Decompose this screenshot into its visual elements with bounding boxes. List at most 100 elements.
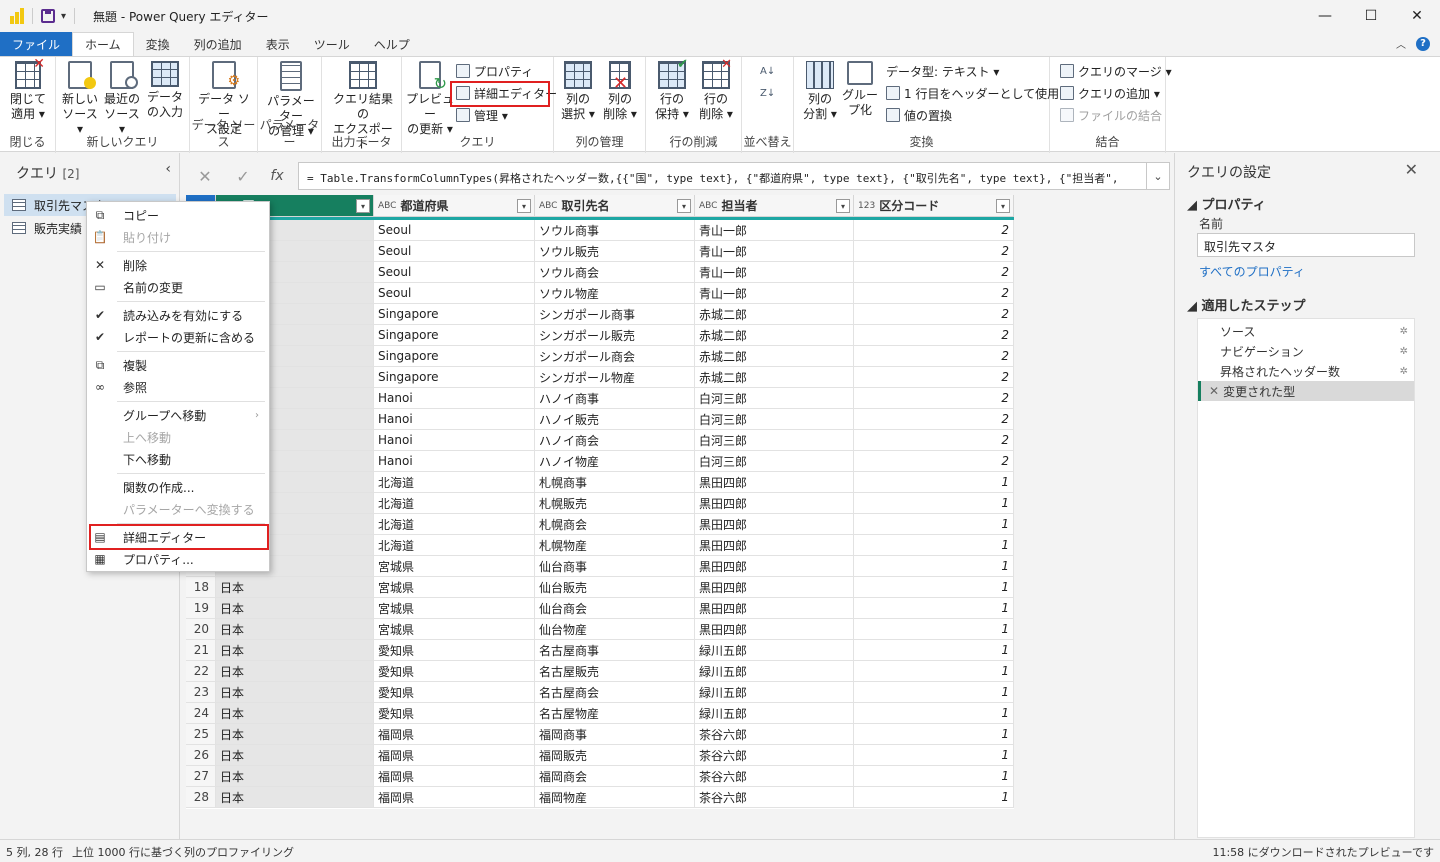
table-cell[interactable]: 福岡県: [374, 724, 535, 745]
row-number[interactable]: 25: [186, 724, 216, 745]
table-cell[interactable]: 日本: [216, 661, 374, 682]
row-number[interactable]: 26: [186, 745, 216, 766]
menu-delete[interactable]: ✕ 削除: [87, 254, 269, 276]
table-cell[interactable]: 1: [854, 598, 1014, 619]
collapse-queries-icon[interactable]: ‹: [165, 161, 171, 177]
table-cell[interactable]: 宮城県: [374, 598, 535, 619]
table-cell[interactable]: 日本: [216, 640, 374, 661]
collapse-ribbon-icon[interactable]: ︿: [1396, 36, 1406, 51]
table-cell[interactable]: 1: [854, 472, 1014, 493]
step-navigation[interactable]: ナビゲーション ✲: [1198, 341, 1414, 361]
table-cell[interactable]: ソウル販売: [535, 241, 695, 262]
table-cell[interactable]: Hanoi: [374, 451, 535, 472]
use-first-row-headers-button[interactable]: 1 行目をヘッダーとして使用 ▾: [886, 83, 1069, 103]
table-cell[interactable]: 2: [854, 409, 1014, 430]
column-header[interactable]: 123 区分コード ▾: [854, 195, 1014, 217]
table-cell[interactable]: Seoul: [374, 241, 535, 262]
manage-button[interactable]: 管理 ▾: [456, 105, 508, 125]
append-queries-button[interactable]: クエリの追加 ▾: [1060, 83, 1160, 103]
table-cell[interactable]: 仙台物産: [535, 619, 695, 640]
table-cell[interactable]: 福岡県: [374, 766, 535, 787]
table-cell[interactable]: Singapore: [374, 304, 535, 325]
table-cell[interactable]: Singapore: [374, 367, 535, 388]
table-cell[interactable]: 名古屋商会: [535, 682, 695, 703]
tab-view[interactable]: 表示: [254, 32, 302, 56]
table-cell[interactable]: 1: [854, 493, 1014, 514]
table-cell[interactable]: 2: [854, 367, 1014, 388]
table-cell[interactable]: 茶谷六郎: [695, 724, 854, 745]
row-number[interactable]: 18: [186, 577, 216, 598]
table-cell[interactable]: 1: [854, 703, 1014, 724]
all-properties-link[interactable]: すべてのプロパティ: [1199, 263, 1305, 280]
table-cell[interactable]: 福岡県: [374, 745, 535, 766]
choose-columns-button[interactable]: 列の 選択 ▾: [558, 61, 598, 122]
step-changed-type[interactable]: ✕ 変更された型: [1198, 381, 1414, 401]
table-cell[interactable]: 1: [854, 766, 1014, 787]
table-cell[interactable]: 札幌販売: [535, 493, 695, 514]
cancel-formula-icon[interactable]: ✕: [190, 164, 220, 188]
table-cell[interactable]: 1: [854, 577, 1014, 598]
table-cell[interactable]: 青山一郎: [695, 262, 854, 283]
table-cell[interactable]: ハノイ物産: [535, 451, 695, 472]
help-icon[interactable]: ?: [1416, 36, 1430, 51]
remove-columns-button[interactable]: ✕ 列の 削除 ▾: [600, 61, 640, 122]
table-cell[interactable]: 2: [854, 430, 1014, 451]
table-cell[interactable]: 2: [854, 262, 1014, 283]
table-cell[interactable]: 茶谷六郎: [695, 745, 854, 766]
column-type-icon[interactable]: 123: [858, 201, 875, 211]
sort-descending-button[interactable]: Z↓: [760, 83, 775, 103]
table-cell[interactable]: 1: [854, 556, 1014, 577]
maximize-button[interactable]: ☐: [1348, 0, 1394, 32]
table-cell[interactable]: 緑川五郎: [695, 640, 854, 661]
table-cell[interactable]: ソウル物産: [535, 283, 695, 304]
sort-ascending-button[interactable]: A↓: [760, 61, 775, 81]
table-cell[interactable]: 黒田四郎: [695, 493, 854, 514]
table-cell[interactable]: 日本: [216, 787, 374, 808]
commit-formula-icon[interactable]: ✓: [228, 164, 258, 188]
menu-create-function[interactable]: 関数の作成...: [87, 476, 269, 498]
properties-button[interactable]: プロパティ: [456, 61, 533, 81]
table-cell[interactable]: 福岡物産: [535, 787, 695, 808]
table-cell[interactable]: 茶谷六郎: [695, 766, 854, 787]
row-number[interactable]: 28: [186, 787, 216, 808]
query-name-input[interactable]: 取引先マスタ: [1197, 233, 1415, 257]
table-cell[interactable]: 福岡商事: [535, 724, 695, 745]
table-cell[interactable]: 2: [854, 346, 1014, 367]
group-by-button[interactable]: グルー プ化: [842, 61, 878, 118]
menu-duplicate[interactable]: ⧉ 複製: [87, 354, 269, 376]
table-cell[interactable]: ソウル商会: [535, 262, 695, 283]
menu-move-up[interactable]: 上へ移動: [87, 426, 269, 448]
remove-rows-button[interactable]: ✕ 行の 削除 ▾: [696, 57, 736, 122]
table-cell[interactable]: 青山一郎: [695, 283, 854, 304]
row-number[interactable]: 27: [186, 766, 216, 787]
table-cell[interactable]: シンガポール商会: [535, 346, 695, 367]
menu-properties[interactable]: ▦ プロパティ...: [87, 548, 269, 570]
recent-sources-button[interactable]: 最近の ソース ▾: [102, 61, 142, 137]
table-cell[interactable]: ハノイ販売: [535, 409, 695, 430]
table-cell[interactable]: 赤城二郎: [695, 304, 854, 325]
gear-icon[interactable]: ✲: [1400, 326, 1408, 337]
table-cell[interactable]: 2: [854, 241, 1014, 262]
menu-rename[interactable]: ▭ 名前の変更: [87, 276, 269, 298]
table-cell[interactable]: 札幌商事: [535, 472, 695, 493]
column-filter-dropdown-icon[interactable]: ▾: [836, 199, 850, 213]
close-settings-icon[interactable]: ✕: [1405, 160, 1418, 179]
table-cell[interactable]: 緑川五郎: [695, 661, 854, 682]
table-cell[interactable]: 1: [854, 640, 1014, 661]
step-source[interactable]: ソース ✲: [1198, 321, 1414, 341]
combine-files-button[interactable]: ファイルの結合: [1060, 105, 1162, 125]
table-cell[interactable]: 2: [854, 283, 1014, 304]
row-number[interactable]: 23: [186, 682, 216, 703]
column-type-icon[interactable]: ABC: [539, 201, 557, 211]
table-cell[interactable]: 札幌商会: [535, 514, 695, 535]
table-cell[interactable]: 2: [854, 220, 1014, 241]
merge-queries-button[interactable]: クエリのマージ ▾: [1060, 61, 1172, 81]
table-cell[interactable]: 宮城県: [374, 556, 535, 577]
table-cell[interactable]: 愛知県: [374, 682, 535, 703]
table-cell[interactable]: Hanoi: [374, 388, 535, 409]
tab-help[interactable]: ヘルプ: [362, 32, 422, 56]
step-promoted-headers[interactable]: 昇格されたヘッダー数 ✲: [1198, 361, 1414, 381]
table-cell[interactable]: 宮城県: [374, 577, 535, 598]
column-header[interactable]: ABC 都道府県 ▾: [374, 195, 535, 217]
table-cell[interactable]: Singapore: [374, 346, 535, 367]
